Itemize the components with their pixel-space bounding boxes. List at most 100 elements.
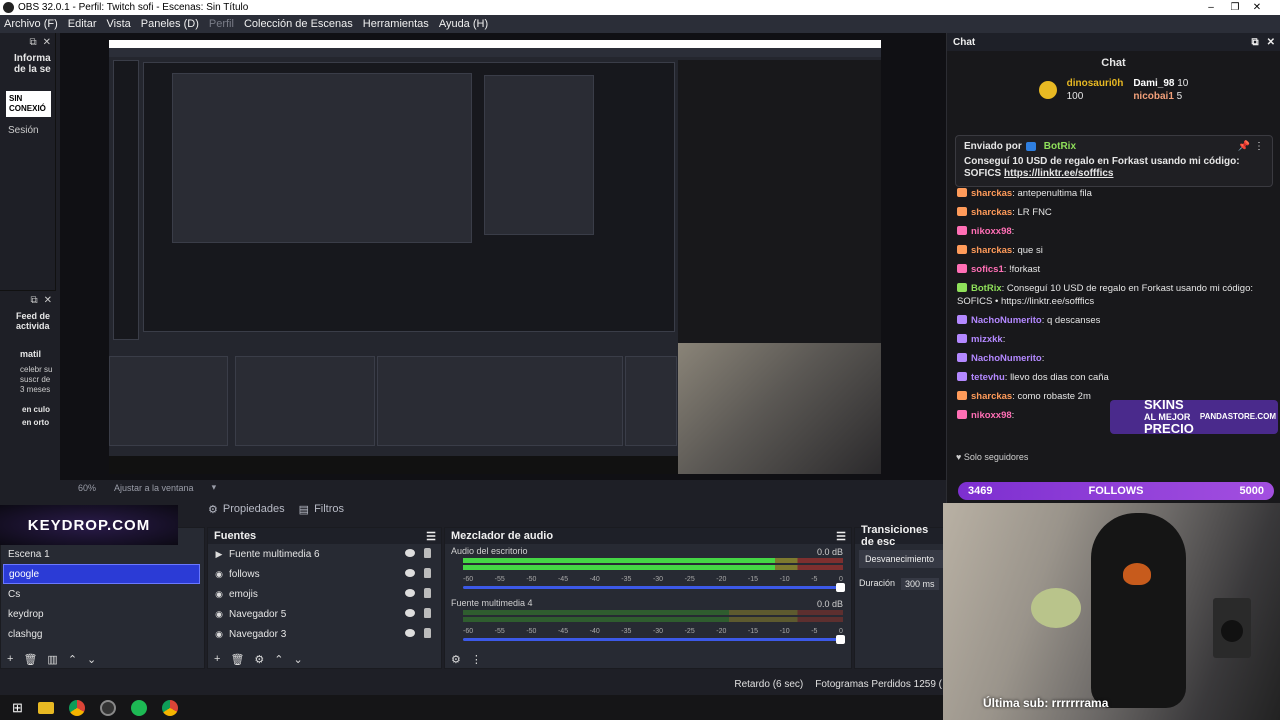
chrome-icon[interactable] — [68, 699, 85, 716]
close-dock-icon[interactable]: ✕ — [43, 37, 51, 48]
chat-username[interactable]: sharckas — [971, 188, 1012, 199]
nested-chat — [678, 60, 881, 343]
add-source-icon[interactable]: + — [214, 653, 220, 665]
source-item[interactable]: ◉ Navegador 5 — [208, 604, 441, 624]
properties-tab[interactable]: ⚙ Propiedades — [208, 503, 285, 516]
add-scene-icon[interactable]: + — [7, 653, 13, 665]
lock-icon[interactable] — [424, 628, 431, 638]
chevron-down-icon[interactable]: ▾ — [212, 482, 217, 493]
pinned-message[interactable]: Enviado por BotRix 📌 ⋮ Conseguí 10 USD d… — [955, 135, 1273, 187]
move-up-icon[interactable]: ⌃ — [274, 653, 283, 666]
visibility-icon[interactable] — [405, 589, 415, 597]
preview-canvas[interactable] — [109, 40, 881, 474]
volume-slider[interactable] — [463, 635, 845, 644]
scene-filters-icon[interactable]: ▥ — [47, 653, 57, 666]
chat-username[interactable]: tetevhu — [971, 372, 1005, 383]
chat-username[interactable]: BotRix — [971, 283, 1002, 294]
mixer-toolbar: ⚙ ⋮ — [445, 650, 851, 668]
source-item[interactable]: ▶ Fuente multimedia 6 — [208, 544, 441, 564]
visibility-icon[interactable] — [405, 549, 415, 557]
close-dock-icon[interactable]: ✕ — [1267, 37, 1275, 48]
visibility-icon[interactable] — [405, 569, 415, 577]
chat-username[interactable]: sharckas — [971, 245, 1012, 256]
pin-link[interactable]: https://linktr.ee/sofffics — [1004, 168, 1113, 179]
pin-icon[interactable]: 📌 — [1238, 141, 1250, 152]
move-down-icon[interactable]: ⌄ — [87, 653, 96, 666]
remove-source-icon[interactable]: 🗑 — [230, 653, 244, 666]
menu-scene-collection[interactable]: Colección de Escenas — [244, 18, 353, 30]
user-badge-icon — [957, 207, 967, 216]
lock-icon[interactable] — [424, 548, 431, 558]
feed-title: Feed de activida — [16, 311, 51, 331]
source-settings-icon[interactable]: ⚙ — [254, 653, 264, 666]
chat-username[interactable]: mizxkk — [971, 334, 1003, 345]
lock-icon[interactable] — [424, 568, 431, 578]
chat-username[interactable]: nikoxx98 — [971, 410, 1012, 421]
float-icon[interactable]: ⧉ — [30, 295, 37, 306]
file-explorer-icon[interactable] — [37, 701, 54, 714]
scene-item[interactable]: Escena 1 — [1, 544, 204, 564]
spotify-icon[interactable] — [130, 699, 147, 716]
float-icon[interactable]: ⧉ — [29, 37, 36, 48]
menu-profile[interactable]: Perfil — [209, 18, 234, 30]
chat-username[interactable]: sharckas — [971, 207, 1012, 218]
dock-menu-icon[interactable]: ☰ — [836, 530, 846, 543]
source-item[interactable]: ◉ emojis — [208, 584, 441, 604]
menu-file[interactable]: Archivo (F) — [4, 18, 58, 30]
menu-tools[interactable]: Herramientas — [363, 18, 429, 30]
visibility-icon[interactable] — [405, 609, 415, 617]
scene-item[interactable]: Cs — [1, 584, 204, 604]
chrome-profile-icon[interactable] — [161, 699, 178, 716]
chat-username[interactable]: sofics1 — [971, 264, 1004, 275]
fit-dropdown[interactable]: Ajustar a la ventana — [114, 483, 194, 493]
meter-scale: -60 -55 -50 -45 -40 -35 -30 -25 -20 -15 -10 -5 0 — [463, 628, 843, 635]
close-dock-icon[interactable]: ✕ — [44, 295, 52, 306]
scene-item[interactable]: clashgg — [1, 624, 204, 644]
remove-scene-icon[interactable]: 🗑 — [23, 653, 37, 666]
menu-help[interactable]: Ayuda (H) — [439, 18, 488, 30]
menu-docks[interactable]: Paneles (D) — [141, 18, 199, 30]
lock-icon[interactable] — [424, 588, 431, 598]
lock-icon[interactable] — [424, 608, 431, 618]
slider-handle[interactable] — [836, 635, 845, 644]
leader-others: Dami_98 10 nicobai1 5 — [1133, 78, 1189, 102]
move-up-icon[interactable]: ⌃ — [68, 653, 77, 666]
transition-select[interactable]: Desvanecimiento — [859, 550, 945, 568]
scene-item[interactable]: keydrop — [1, 604, 204, 624]
source-item[interactable]: ◉ follows — [208, 564, 441, 584]
mixer-menu-icon[interactable]: ⋮ — [471, 653, 482, 666]
slider-handle[interactable] — [836, 583, 845, 592]
source-item[interactable]: ◉ Navegador 3 — [208, 624, 441, 644]
filters-tab[interactable]: ▤ Filtros — [299, 503, 344, 516]
chat-message: sofics1: !forkast — [957, 263, 1275, 276]
scene-item-selected[interactable]: google — [3, 564, 200, 584]
chat-username[interactable]: NachoNumerito — [971, 315, 1042, 326]
obs-icon[interactable] — [99, 699, 116, 716]
globe-icon: ◉ — [215, 609, 223, 619]
mixer-settings-icon[interactable]: ⚙ — [451, 653, 461, 666]
preview-zoom-bar: 60% Ajustar a la ventana ▾ — [60, 480, 946, 495]
chat-username[interactable]: NachoNumerito — [971, 353, 1042, 364]
menu-bar: Archivo (F) Editar Vista Paneles (D) Per… — [0, 15, 1280, 33]
float-icon[interactable]: ⧉ — [1251, 37, 1258, 48]
leaderboard: dinosauri0h 100 Dami_98 10 nicobai1 5 — [947, 78, 1280, 102]
visibility-icon[interactable] — [405, 629, 415, 637]
close-button[interactable]: ✕ — [1234, 0, 1280, 15]
move-down-icon[interactable]: ⌄ — [294, 653, 303, 666]
windows-start-icon[interactable]: ⊞ — [12, 700, 23, 716]
chat-username[interactable]: sharckas — [971, 391, 1012, 402]
menu-edit[interactable]: Editar — [68, 18, 97, 30]
zoom-level[interactable]: 60% — [78, 483, 96, 493]
menu-view[interactable]: Vista — [107, 18, 131, 30]
chat-username[interactable]: nikoxx98 — [971, 226, 1012, 237]
dock-menu-icon[interactable]: ☰ — [426, 530, 436, 543]
chat-message: tetevhu: llevo dos dias con caña — [957, 371, 1275, 384]
duration-input[interactable]: 300 ms — [901, 578, 939, 590]
brand-text: PANDASTORE.COM — [1199, 412, 1276, 421]
followers-only-label: ♥ Solo seguidores — [956, 452, 1029, 462]
chat-message: BotRix: Conseguí 10 USD de regalo en For… — [957, 282, 1275, 308]
volume-slider[interactable] — [463, 583, 845, 592]
chair-logo-icon — [1123, 563, 1151, 585]
more-options-icon[interactable]: ⋮ — [1254, 141, 1264, 152]
play-icon: ▶ — [215, 549, 223, 559]
